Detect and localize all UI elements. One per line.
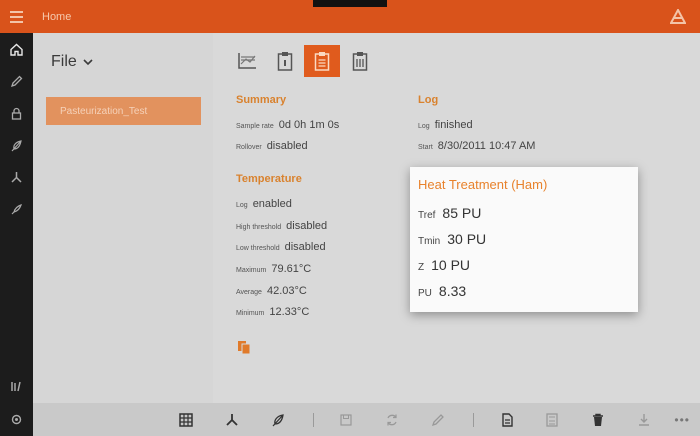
camera-notch	[313, 0, 387, 7]
edit-icon[interactable]	[430, 412, 446, 428]
more-options-icon[interactable]: •••	[674, 413, 690, 427]
nav-rail	[0, 33, 33, 436]
title-bar: Home	[0, 0, 700, 33]
calculator-icon[interactable]	[544, 412, 560, 428]
summary-view-button[interactable]	[304, 45, 340, 77]
copy-icon[interactable]	[237, 340, 251, 360]
temperature-row: Low threshold disabled	[236, 241, 326, 253]
save-icon[interactable]	[338, 412, 354, 428]
chevron-down-icon	[83, 58, 93, 65]
feather-icon[interactable]	[8, 137, 25, 154]
chart-view-button[interactable]	[229, 45, 265, 77]
rocket-icon[interactable]	[8, 201, 25, 218]
clipboard-report-icon	[352, 52, 368, 71]
summary-row: Rollover disabled	[236, 140, 308, 152]
log-row: Log finished	[418, 119, 473, 131]
popup-row: Tref 85 PU	[418, 205, 482, 221]
heat-treatment-popup: Heat Treatment (Ham) Tref 85 PU Tmin 30 …	[410, 167, 638, 312]
summary-heading: Summary	[236, 94, 287, 106]
summary-row: Sample rate 0d 0h 1m 0s	[236, 119, 340, 131]
feather-icon[interactable]	[270, 412, 286, 428]
info-view-button[interactable]	[267, 45, 303, 77]
delete-icon[interactable]	[590, 412, 606, 428]
page-title: Home	[42, 11, 72, 23]
popup-title: Heat Treatment (Ham)	[418, 177, 548, 192]
temperature-row: Log enabled	[236, 198, 292, 210]
file-menu-button[interactable]: File	[51, 53, 93, 71]
popup-row: Tmin 30 PU	[418, 231, 487, 247]
clipboard-list-icon	[314, 52, 330, 71]
popup-row: Z 10 PU	[418, 257, 471, 273]
home-icon[interactable]	[8, 41, 25, 58]
app-logo-icon	[669, 7, 687, 29]
temperature-row: Maximum 79.61°C	[236, 263, 312, 275]
temperature-row: Average 42.03°C	[236, 285, 307, 297]
log-heading: Log	[418, 94, 439, 106]
pen-icon[interactable]	[8, 73, 25, 90]
separator	[313, 413, 314, 427]
temperature-row: High threshold disabled	[236, 220, 328, 232]
grid-icon[interactable]	[178, 412, 194, 428]
download-icon[interactable]	[636, 412, 652, 428]
temperature-heading: Temperature	[236, 173, 302, 185]
lock-icon[interactable]	[8, 105, 25, 122]
separator	[473, 413, 474, 427]
hamburger-menu-icon[interactable]	[0, 0, 32, 33]
line-chart-icon	[238, 53, 256, 69]
log-row: Start 8/30/2011 10:47 AM	[418, 140, 536, 152]
bottom-command-bar: •••	[33, 403, 700, 436]
network-icon[interactable]	[8, 169, 25, 186]
temperature-row: Minimum 12.33°C	[236, 306, 310, 318]
file-pane: File Pasteurization_Test	[33, 33, 213, 403]
network-icon[interactable]	[224, 412, 240, 428]
popup-row: PU 8.33	[418, 283, 467, 299]
sync-icon[interactable]	[384, 412, 400, 428]
file-list-item[interactable]: Pasteurization_Test	[46, 97, 201, 125]
clipboard-info-icon	[277, 52, 293, 71]
file-menu-label: File	[51, 53, 77, 70]
document-icon[interactable]	[499, 412, 515, 428]
settings-gear-icon[interactable]	[8, 411, 25, 428]
library-icon[interactable]	[8, 377, 25, 394]
report-view-button[interactable]	[342, 45, 378, 77]
